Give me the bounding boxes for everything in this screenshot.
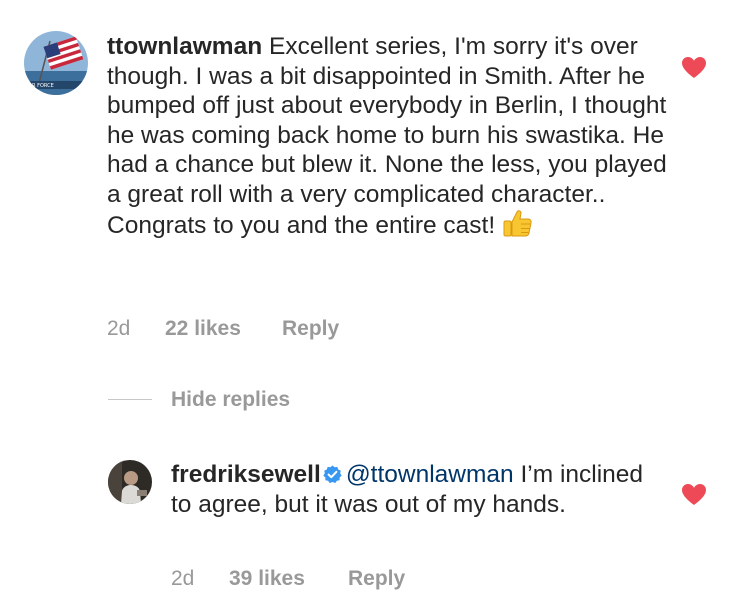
reply-likes[interactable]: 39 likes (229, 567, 305, 591)
thumbs-up-icon (502, 209, 532, 237)
avatar-ttownlawman[interactable]: R FORCE (24, 31, 88, 95)
reply-meta: 2d 39 likes Reply (171, 567, 471, 591)
avatar-image: R FORCE (24, 31, 88, 95)
comment-likes[interactable]: 22 likes (165, 317, 241, 341)
avatar-fredriksewell[interactable] (108, 460, 152, 504)
hide-replies-button[interactable]: Hide replies (171, 388, 290, 412)
reply-reply-button[interactable]: Reply (348, 567, 405, 591)
reply-like-heart-icon[interactable] (681, 483, 707, 506)
reply-mention-link[interactable]: @ttownlawman (346, 461, 514, 488)
comment-username[interactable]: ttownlawman (107, 33, 262, 60)
comment-like-heart-icon[interactable] (681, 56, 707, 79)
comment-text: Excellent series, I'm sorry it's over th… (107, 33, 667, 239)
comment-body: ttownlawman Excellent series, I'm sorry … (107, 32, 667, 241)
comment-reply-button[interactable]: Reply (282, 317, 339, 341)
avatar-badge-text: R FORCE (32, 83, 54, 89)
replies-divider (108, 399, 152, 400)
avatar-image (108, 460, 152, 504)
comment-meta: 2d 22 likes Reply (107, 317, 407, 341)
comment-age: 2d (107, 317, 131, 340)
verified-badge-icon (323, 462, 342, 483)
reply-age: 2d (171, 567, 195, 590)
reply-body: fredriksewell @ttownlawman I’m inclined … (171, 460, 651, 519)
reply-username[interactable]: fredriksewell (171, 461, 321, 488)
